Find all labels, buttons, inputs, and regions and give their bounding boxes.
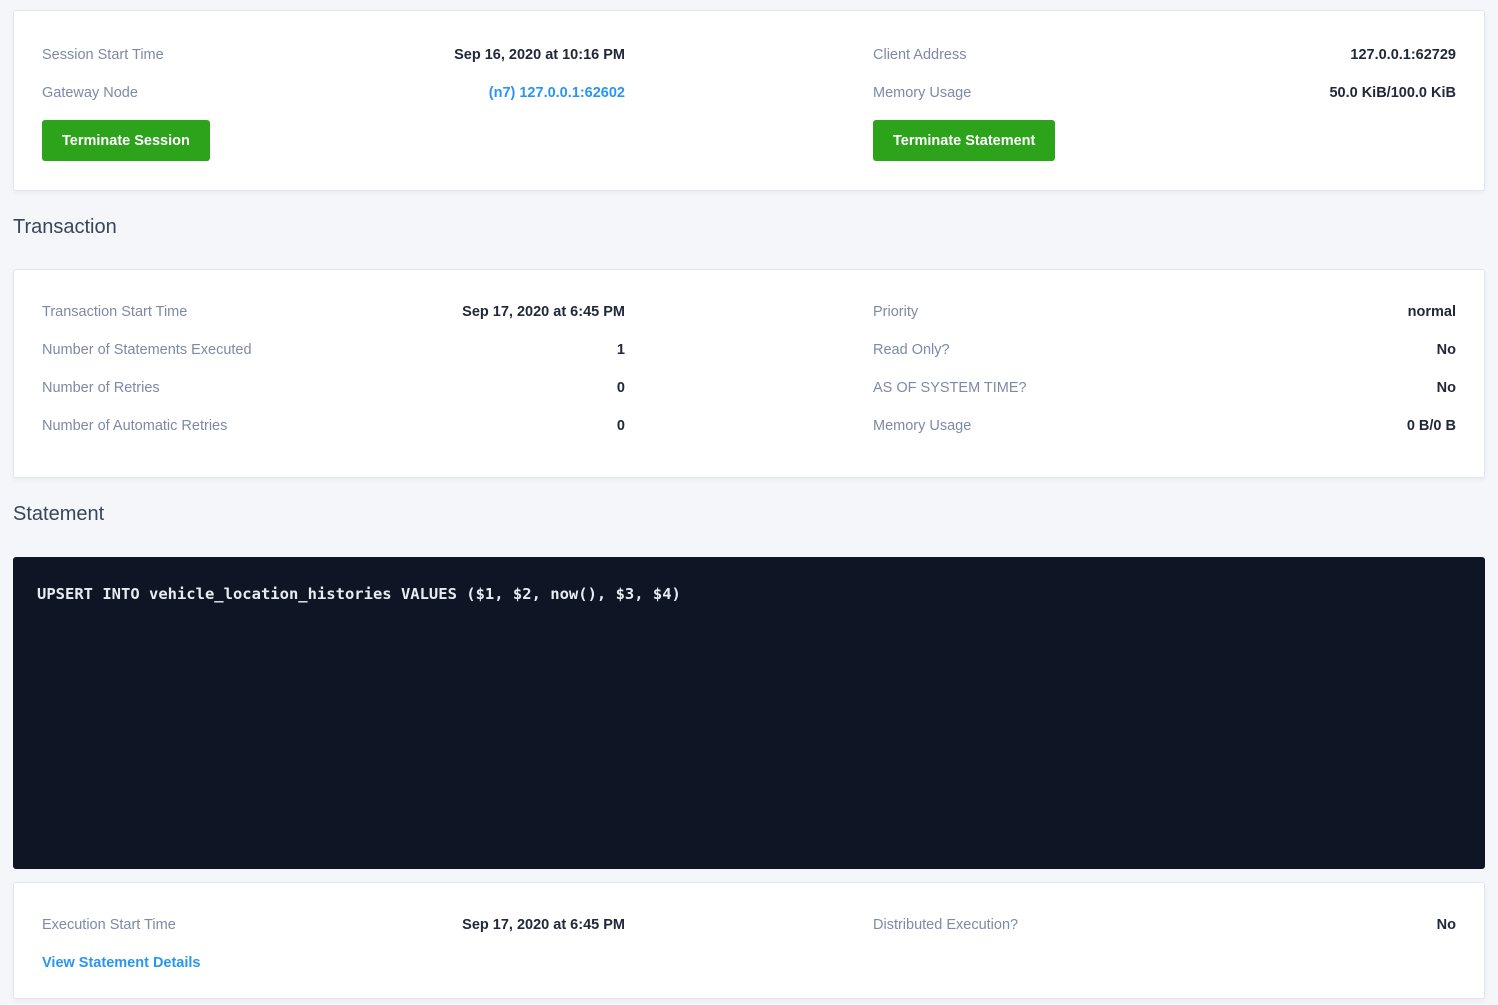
- distributed-execution-row: Distributed Execution? No: [873, 906, 1456, 944]
- statement-sql-box: UPSERT INTO vehicle_location_histories V…: [13, 557, 1485, 869]
- gateway-node-row: Gateway Node (n7) 127.0.0.1:62602: [42, 74, 625, 112]
- execution-start-time-row: Execution Start Time Sep 17, 2020 at 6:4…: [42, 906, 625, 944]
- retries-row: Number of Retries 0: [42, 369, 625, 407]
- execution-left-column: Execution Start Time Sep 17, 2020 at 6:4…: [42, 906, 625, 982]
- priority-value: normal: [1408, 304, 1456, 320]
- transaction-right-column: Priority normal Read Only? No AS OF SYST…: [873, 293, 1456, 445]
- automatic-retries-row: Number of Automatic Retries 0: [42, 407, 625, 445]
- transaction-start-time-row: Transaction Start Time Sep 17, 2020 at 6…: [42, 293, 625, 331]
- read-only-label: Read Only?: [873, 342, 950, 358]
- transaction-memory-usage-value: 0 B/0 B: [1407, 418, 1456, 434]
- retries-label: Number of Retries: [42, 380, 160, 396]
- client-address-label: Client Address: [873, 47, 967, 63]
- transaction-memory-usage-row: Memory Usage 0 B/0 B: [873, 407, 1456, 445]
- transaction-left-column: Transaction Start Time Sep 17, 2020 at 6…: [42, 293, 625, 445]
- priority-row: Priority normal: [873, 293, 1456, 331]
- session-start-time-label: Session Start Time: [42, 47, 164, 63]
- transaction-heading: Transaction: [13, 213, 1485, 241]
- statements-executed-value: 1: [617, 342, 625, 358]
- session-start-time-row: Session Start Time Sep 16, 2020 at 10:16…: [42, 36, 625, 74]
- client-address-value: 127.0.0.1:62729: [1350, 47, 1456, 63]
- transaction-memory-usage-label: Memory Usage: [873, 418, 971, 434]
- session-summary-card: Session Start Time Sep 16, 2020 at 10:16…: [13, 10, 1485, 191]
- distributed-execution-value: No: [1437, 917, 1456, 933]
- gateway-node-label: Gateway Node: [42, 85, 138, 101]
- transaction-card: Transaction Start Time Sep 17, 2020 at 6…: [13, 269, 1485, 478]
- automatic-retries-value: 0: [617, 418, 625, 434]
- automatic-retries-label: Number of Automatic Retries: [42, 418, 227, 434]
- transaction-start-time-label: Transaction Start Time: [42, 304, 187, 320]
- view-statement-details-link[interactable]: View Statement Details: [42, 955, 201, 971]
- as-of-system-time-value: No: [1437, 380, 1456, 396]
- view-statement-details-row: View Statement Details: [42, 944, 625, 982]
- statement-sql-text: UPSERT INTO vehicle_location_histories V…: [37, 585, 1461, 603]
- execution-start-time-value: Sep 17, 2020 at 6:45 PM: [462, 917, 625, 933]
- statements-executed-row: Number of Statements Executed 1: [42, 331, 625, 369]
- read-only-value: No: [1437, 342, 1456, 358]
- statement-heading: Statement: [13, 500, 1485, 528]
- terminate-session-button[interactable]: Terminate Session: [42, 120, 210, 161]
- distributed-execution-label: Distributed Execution?: [873, 917, 1018, 933]
- session-summary-right-column: Client Address 127.0.0.1:62729 Memory Us…: [873, 36, 1456, 161]
- priority-label: Priority: [873, 304, 918, 320]
- execution-summary-card: Execution Start Time Sep 17, 2020 at 6:4…: [13, 882, 1485, 999]
- terminate-statement-button[interactable]: Terminate Statement: [873, 120, 1055, 161]
- client-address-row: Client Address 127.0.0.1:62729: [873, 36, 1456, 74]
- session-memory-usage-value: 50.0 KiB/100.0 KiB: [1329, 85, 1456, 101]
- execution-right-column: Distributed Execution? No: [873, 906, 1456, 982]
- statements-executed-label: Number of Statements Executed: [42, 342, 252, 358]
- as-of-system-time-row: AS OF SYSTEM TIME? No: [873, 369, 1456, 407]
- transaction-start-time-value: Sep 17, 2020 at 6:45 PM: [462, 304, 625, 320]
- as-of-system-time-label: AS OF SYSTEM TIME?: [873, 380, 1027, 396]
- session-memory-usage-row: Memory Usage 50.0 KiB/100.0 KiB: [873, 74, 1456, 112]
- read-only-row: Read Only? No: [873, 331, 1456, 369]
- execution-start-time-label: Execution Start Time: [42, 917, 176, 933]
- session-summary-left-column: Session Start Time Sep 16, 2020 at 10:16…: [42, 36, 625, 161]
- session-details-page: Session Start Time Sep 16, 2020 at 10:16…: [0, 0, 1498, 999]
- gateway-node-link[interactable]: (n7) 127.0.0.1:62602: [489, 85, 625, 101]
- session-memory-usage-label: Memory Usage: [873, 85, 971, 101]
- retries-value: 0: [617, 380, 625, 396]
- session-start-time-value: Sep 16, 2020 at 10:16 PM: [454, 47, 625, 63]
